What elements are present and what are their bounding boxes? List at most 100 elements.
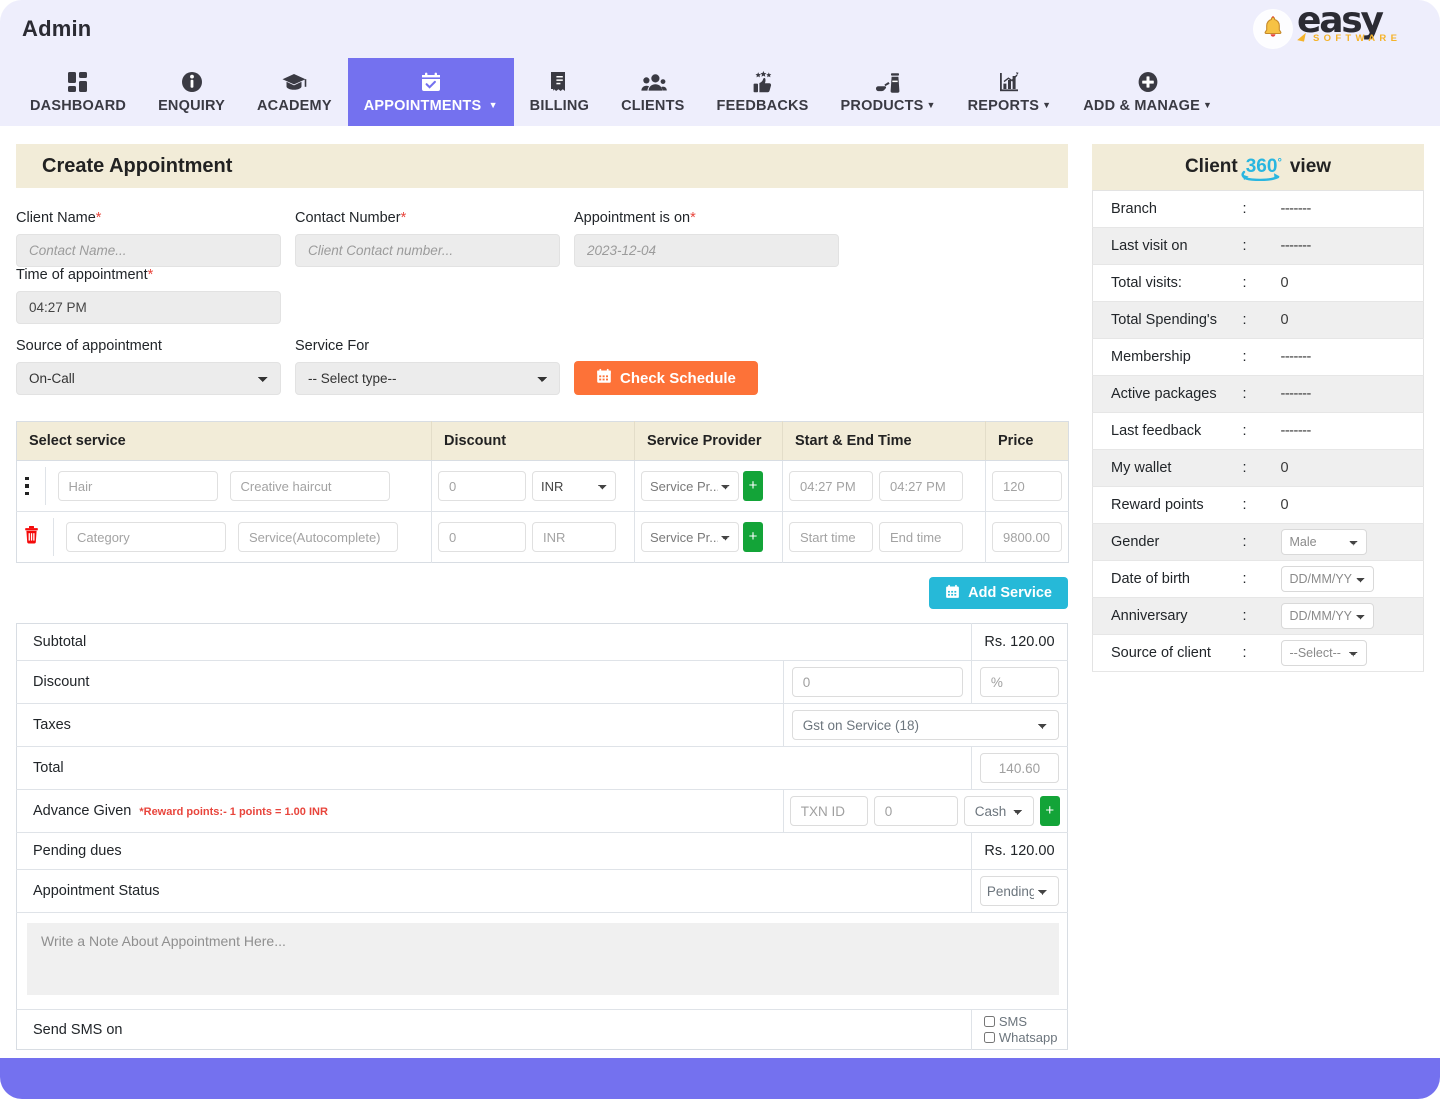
source-of-appointment-select[interactable]: On-Call bbox=[16, 362, 281, 395]
whatsapp-checkbox[interactable] bbox=[984, 1032, 995, 1043]
service-name-input[interactable] bbox=[230, 471, 390, 501]
gender-select[interactable]: Male bbox=[1281, 529, 1367, 555]
contact-number-input[interactable] bbox=[295, 234, 560, 267]
summary-row-taxes: Taxes Gst on Service (18) bbox=[17, 704, 1068, 747]
checkbox-sms[interactable]: SMS bbox=[984, 1014, 1063, 1029]
service-start-time-input[interactable] bbox=[789, 471, 873, 501]
row-value: ------- bbox=[1281, 386, 1311, 402]
appointment-date-input[interactable] bbox=[574, 234, 839, 267]
row-label: Date of birth bbox=[1093, 561, 1243, 598]
panel-title: Create Appointment bbox=[16, 144, 1068, 188]
column-header-select-service: Select service bbox=[17, 422, 432, 461]
nav-item-reports[interactable]: REPORTS▼ bbox=[952, 58, 1068, 126]
graduation-cap-icon bbox=[280, 68, 308, 94]
client-name-input[interactable] bbox=[16, 234, 281, 267]
nav-label: REPORTS▼ bbox=[968, 98, 1052, 114]
discount-unit-input[interactable] bbox=[980, 667, 1059, 697]
summary-label: Pending dues bbox=[17, 833, 972, 870]
row-value: 0 bbox=[1281, 497, 1289, 513]
nav-item-academy[interactable]: ACADEMY▼ bbox=[241, 58, 348, 126]
service-discount-unit-input[interactable] bbox=[532, 522, 616, 552]
notification-bell-button[interactable] bbox=[1254, 10, 1292, 48]
total-value-input[interactable] bbox=[980, 753, 1059, 783]
service-for-select[interactable]: -- Select type-- bbox=[295, 362, 560, 395]
row-value: 0 bbox=[1281, 275, 1289, 291]
service-name-input[interactable] bbox=[238, 522, 398, 552]
service-category-input[interactable] bbox=[66, 522, 226, 552]
summary-table: Subtotal Rs. 120.00 Discount Taxes Gst o… bbox=[16, 623, 1068, 1050]
service-end-time-input[interactable] bbox=[879, 522, 963, 552]
row-value: ------- bbox=[1281, 349, 1311, 365]
service-provider-select[interactable]: Service Pr... bbox=[641, 522, 739, 552]
button-label: Check Schedule bbox=[620, 370, 736, 387]
appointment-form-row-1: Client Name* Contact Number* Appointment… bbox=[16, 188, 1068, 324]
add-service-button[interactable]: Add Service bbox=[929, 577, 1068, 609]
chevron-down-icon: ▼ bbox=[489, 100, 498, 110]
nav-item-billing[interactable]: BILLING bbox=[514, 58, 605, 126]
column-header-service-provider: Service Provider bbox=[635, 422, 783, 461]
advance-payment-mode-select[interactable]: Cash bbox=[964, 796, 1034, 826]
checkbox-whatsapp[interactable]: Whatsapp bbox=[984, 1030, 1063, 1045]
nav-item-clients[interactable]: CLIENTS bbox=[605, 58, 700, 126]
add-service-provider-button[interactable]: + bbox=[743, 522, 763, 552]
check-schedule-button[interactable]: Check Schedule bbox=[574, 361, 758, 395]
nav-label: APPOINTMENTS ▼ bbox=[364, 98, 498, 114]
anniversary-select[interactable]: DD/MM/YY bbox=[1281, 603, 1374, 629]
footer-bar bbox=[0, 1058, 1440, 1099]
trash-icon[interactable] bbox=[17, 525, 40, 549]
calendar-icon bbox=[596, 368, 612, 388]
send-sms-options: SMS Whatsapp bbox=[976, 1014, 1063, 1045]
summary-row-total: Total bbox=[17, 747, 1068, 790]
appointment-status-select[interactable]: Pending bbox=[980, 876, 1059, 906]
field-label: Contact Number* bbox=[295, 210, 560, 226]
column-header-price: Price bbox=[986, 422, 1069, 461]
nav-item-appointments[interactable]: APPOINTMENTS ▼ bbox=[348, 58, 514, 126]
chevron-down-icon: ▼ bbox=[1042, 100, 1051, 110]
field-appointment-date: Appointment is on* bbox=[574, 210, 839, 267]
service-discount-input[interactable] bbox=[438, 522, 526, 552]
row-value: ------- bbox=[1281, 201, 1311, 217]
add-advance-payment-button[interactable]: + bbox=[1040, 796, 1060, 826]
list-item: Last visit on:------- bbox=[1093, 228, 1424, 265]
service-discount-unit-select[interactable]: INR bbox=[532, 471, 616, 501]
row-label: Branch bbox=[1093, 191, 1243, 228]
advance-amount-input[interactable] bbox=[874, 796, 958, 826]
top-bar: Admin easy SOFTWARE bbox=[0, 0, 1440, 58]
summary-label: Appointment Status bbox=[17, 870, 972, 913]
add-service-provider-button[interactable]: + bbox=[743, 471, 763, 501]
summary-label: Discount bbox=[17, 661, 784, 704]
appointment-note-textarea[interactable] bbox=[27, 923, 1059, 995]
kebab-menu-icon[interactable] bbox=[17, 477, 29, 496]
service-end-time-input[interactable] bbox=[879, 471, 963, 501]
discount-amount-input[interactable] bbox=[792, 667, 963, 697]
nav-label: CLIENTS bbox=[621, 98, 684, 114]
nav-label: ADD & MANAGE▼ bbox=[1083, 98, 1212, 114]
nav-item-add-and-manage[interactable]: ADD & MANAGE▼ bbox=[1067, 58, 1228, 126]
service-start-time-input[interactable] bbox=[789, 522, 873, 552]
nav-item-enquiry[interactable]: ENQUIRY bbox=[142, 58, 241, 126]
service-provider-select[interactable]: Service Pr... bbox=[641, 471, 739, 501]
service-price-input[interactable] bbox=[992, 522, 1062, 552]
date-of-birth-select[interactable]: DD/MM/YY bbox=[1281, 566, 1374, 592]
nav-item-products[interactable]: PRODUCTS▼ bbox=[825, 58, 952, 126]
checkbox-label: SMS bbox=[999, 1014, 1027, 1029]
field-contact-number: Contact Number* bbox=[295, 210, 560, 267]
sms-checkbox[interactable] bbox=[984, 1016, 995, 1027]
receipt-icon bbox=[548, 68, 570, 94]
nav-label: PRODUCTS▼ bbox=[841, 98, 936, 114]
service-discount-input[interactable] bbox=[438, 471, 526, 501]
source-of-client-select[interactable]: --Select-- bbox=[1281, 640, 1367, 666]
summary-row-note bbox=[17, 913, 1068, 1010]
required-marker: * bbox=[96, 210, 102, 226]
nav-item-feedbacks[interactable]: FEEDBACKS bbox=[701, 58, 825, 126]
appointment-time-input[interactable] bbox=[16, 291, 281, 324]
nav-label: ACADEMY bbox=[257, 98, 332, 114]
service-price-input[interactable] bbox=[992, 471, 1062, 501]
advance-txn-id-input[interactable] bbox=[790, 796, 868, 826]
create-appointment-panel: Create Appointment Client Name* Contact … bbox=[16, 144, 1068, 1099]
column-header-start-end-time: Start & End Time bbox=[783, 422, 986, 461]
nav-item-dashboard[interactable]: DASHBOARD bbox=[14, 58, 142, 126]
taxes-select[interactable]: Gst on Service (18) bbox=[792, 710, 1059, 740]
row-label: Total Spending's bbox=[1093, 302, 1243, 339]
service-category-input[interactable] bbox=[58, 471, 218, 501]
